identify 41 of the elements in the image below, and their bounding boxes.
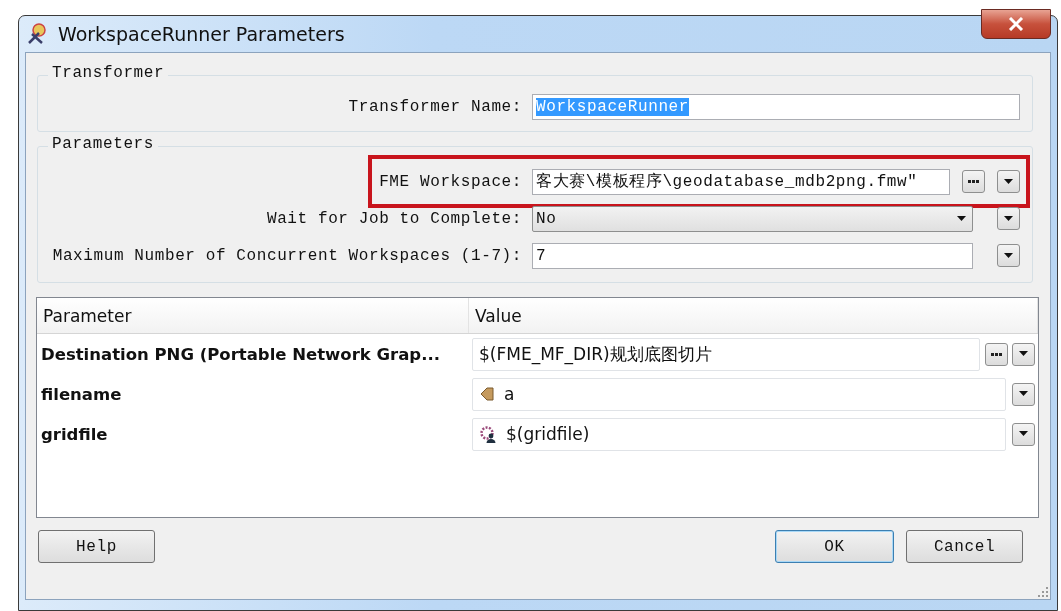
- caret-icon: [1004, 215, 1013, 222]
- dots-icon: [968, 180, 979, 183]
- dialog-button[interactable]: Cancel: [906, 530, 1023, 563]
- field-label: Maximum Number of Concurrent Workspaces (1-7):: [51, 246, 523, 265]
- dropdown-button[interactable]: [1012, 382, 1035, 406]
- parameter-name: gridfile: [40, 424, 109, 444]
- attribute-icon: [479, 386, 495, 402]
- value-field[interactable]: a: [472, 377, 1006, 411]
- window-title: WorkspaceRunner Parameters: [58, 23, 345, 45]
- dropdown-button[interactable]: [1012, 422, 1035, 446]
- field-label: FME Workspace:: [378, 172, 523, 191]
- dropdown-button[interactable]: [997, 244, 1020, 267]
- path-field[interactable]: 客大赛\模板程序\geodatabase_mdb2png.fmw″: [532, 168, 950, 195]
- dropdown-button[interactable]: [997, 170, 1020, 193]
- column-header[interactable]: Value: [469, 298, 1038, 333]
- caret-icon: [1019, 391, 1028, 397]
- value-field[interactable]: $(FME_MF_DIR)规划底图切片: [472, 337, 980, 371]
- resize-grip-icon[interactable]: [1038, 587, 1048, 597]
- field-label: Wait for Job to Complete:: [265, 209, 523, 228]
- dialog-button[interactable]: OK: [775, 530, 894, 563]
- dropdown-button[interactable]: [1012, 342, 1035, 366]
- close-icon: [1008, 17, 1024, 31]
- close-button[interactable]: [981, 9, 1051, 39]
- dots-icon: [991, 352, 1002, 356]
- gear-person-icon: [479, 425, 497, 443]
- caret-icon: [957, 215, 966, 222]
- column-header[interactable]: Parameter: [37, 298, 469, 333]
- caret-icon: [1019, 351, 1028, 357]
- dialog-button[interactable]: Help: [38, 530, 155, 563]
- parameter-name: Destination PNG (Portable Network Grap...: [40, 344, 441, 364]
- browse-button[interactable]: [962, 170, 985, 193]
- caret-icon: [1019, 431, 1028, 437]
- value-field[interactable]: $(gridfile): [472, 417, 1006, 451]
- caret-icon: [1004, 178, 1013, 185]
- caret-icon: [1004, 252, 1013, 259]
- browse-button[interactable]: [985, 342, 1008, 366]
- parameter-name: filename: [40, 384, 123, 404]
- field-label: Transformer Name:: [347, 97, 523, 116]
- text-field[interactable]: 7: [532, 242, 973, 269]
- dropdown-button[interactable]: [997, 207, 1020, 230]
- job-dropdown[interactable]: No: [532, 205, 973, 232]
